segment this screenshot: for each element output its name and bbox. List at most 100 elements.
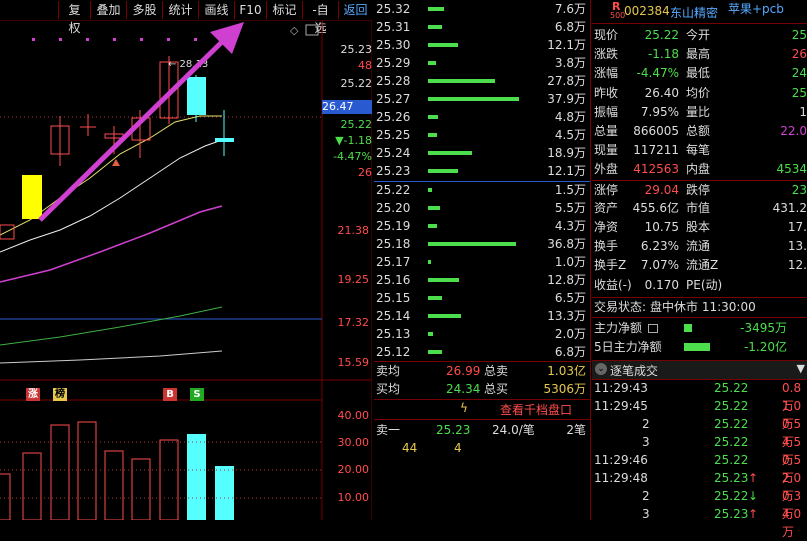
fanhui-button[interactable]: 返回 — [338, 1, 372, 19]
queue-size: 44 — [402, 441, 418, 455]
ticks-header[interactable]: ⌄ 逐笔成交 ▼ — [592, 360, 807, 380]
bid-level-row[interactable]: 25.16 12.8万 — [374, 271, 590, 289]
diamond-icon[interactable]: ◇ — [290, 24, 299, 37]
chevron-down-icon[interactable]: ⌄ — [595, 363, 607, 375]
ask-volume: 37.9万 — [547, 92, 586, 106]
ask-volume: 12.1万 — [547, 38, 586, 52]
quote-row: 总量 866005 总额 22.0 — [592, 122, 807, 141]
quote-row: 涨跌 -1.18 最高 26 — [592, 45, 807, 64]
tongji-button[interactable]: 统计 — [162, 1, 198, 19]
ask-volume-bar — [428, 133, 437, 137]
list-icon[interactable] — [648, 324, 658, 333]
ask-level-row[interactable]: 25.24 18.9万 — [374, 144, 590, 162]
bid-level-row[interactable]: 25.20 5.5万 — [374, 199, 590, 217]
chart-toolbar: 复权 叠加 多股 统计 画线 F10 标记 -自选 返回 — [0, 0, 372, 35]
ask-level-row[interactable]: 25.29 3.8万 — [374, 54, 590, 72]
bid-level-row[interactable]: 25.13 2.0万 — [374, 325, 590, 343]
main-net-flow-label: 主力净额 — [594, 321, 643, 335]
ask-level-row[interactable]: 25.23 12.1万 — [374, 162, 590, 180]
ask-level-row[interactable]: 25.32 7.6万 — [374, 0, 590, 18]
quote-label: PE(动) — [686, 277, 723, 292]
bid-volume: 2.0万 — [554, 327, 586, 341]
bid-level-row[interactable]: 25.22 1.5万 — [374, 181, 590, 199]
bid-level-row[interactable]: 25.14 13.3万 — [374, 307, 590, 325]
bid-level-row[interactable]: 25.15 6.5万 — [374, 289, 590, 307]
zhang-marker[interactable]: 涨 — [26, 388, 40, 401]
ask-level-row[interactable]: 25.27 37.9万 — [374, 90, 590, 108]
volume-bars — [0, 421, 234, 520]
bid-level-row[interactable]: 25.17 1.0万 — [374, 253, 590, 271]
ask-level-row[interactable]: 25.26 4.8万 — [374, 108, 590, 126]
stock-tag[interactable]: 苹果+pcb — [728, 0, 784, 17]
buy-signal-marker[interactable]: B — [163, 388, 177, 401]
buy-total-label: 总买 — [484, 382, 509, 396]
axis-price-label: 15.59 — [337, 356, 370, 369]
stock-name[interactable]: 东山精密 — [670, 4, 718, 21]
sell-total-label: 总卖 — [484, 364, 509, 378]
biaoji-button[interactable]: 标记 — [266, 1, 302, 19]
zixuan-button[interactable]: -自选 — [302, 1, 338, 35]
ask-volume: 12.1万 — [547, 164, 586, 178]
axis-volume-label: 20.00 — [337, 463, 370, 476]
bid-level-row[interactable]: 25.18 36.8万 — [374, 235, 590, 253]
sell-one-count: 2笔 — [566, 423, 586, 437]
fuquan-button[interactable]: 复权 — [58, 1, 90, 35]
bid-level-row[interactable]: 25.12 6.8万 — [374, 343, 590, 361]
bid-price: 25.17 — [376, 255, 411, 269]
ask-level-row[interactable]: 25.30 12.1万 — [374, 36, 590, 54]
duogu-button[interactable]: 多股 — [126, 1, 162, 19]
filter-icon[interactable]: ▼ — [797, 362, 805, 375]
ask-volume-bar — [428, 43, 458, 47]
ask-level-row[interactable]: 25.25 4.5万 — [374, 126, 590, 144]
tick-row: 3 25.22 4.5万 — [592, 433, 807, 467]
quote-label: 跌停 — [686, 182, 711, 197]
bid-volume-bar — [428, 278, 459, 282]
sell-signal-marker[interactable]: S — [190, 388, 204, 401]
quote-row: 收益(-) 0.170 PE(动) — [592, 276, 807, 295]
stock-code: 002384 — [624, 4, 670, 18]
drawn-arrow-annotation[interactable] — [38, 22, 244, 222]
bid-price: 25.20 — [376, 201, 411, 215]
quote-value: -1.18 — [647, 47, 679, 62]
quote-value: 412563 — [633, 162, 679, 177]
tick-row: 3 25.23 ↑ 4.0万 — [592, 505, 807, 539]
tick-row: 2 25.22 ↓ 0.3万 — [592, 487, 807, 521]
ask-level-row[interactable]: 25.31 6.8万 — [374, 18, 590, 36]
bang-marker[interactable]: 榜 — [53, 388, 67, 401]
bid-volume: 36.8万 — [547, 237, 586, 251]
ask-volume-bar — [428, 115, 438, 119]
quote-value: 25 — [791, 85, 807, 100]
bid-level-row[interactable]: 25.19 4.3万 — [374, 217, 590, 235]
tick-price: 25.23 — [714, 471, 749, 485]
quote-row: 资产 455.6亿 市值 431.2 — [592, 199, 807, 218]
tick-price: 25.22 — [714, 453, 749, 467]
quote-label: 量比 — [686, 104, 711, 119]
bid-volume-bar — [428, 224, 437, 228]
quote-row: 换手 6.23% 流通 13. — [592, 237, 807, 256]
quote-label: 净资 — [594, 220, 619, 234]
f10-button[interactable]: F10 — [234, 1, 266, 19]
quote-row: 净资 10.75 股本 17. — [592, 218, 807, 237]
ask-level-row[interactable]: 25.28 27.8万 — [374, 72, 590, 90]
trade-status-label: 交易状态: — [594, 300, 647, 314]
bid-volume: 13.3万 — [547, 309, 586, 323]
trade-status-row: 交易状态: 盘中休市 11:30:00 — [592, 298, 807, 317]
quote-value: -4.47% — [636, 66, 679, 81]
bid-price: 25.15 — [376, 291, 411, 305]
panel-toggle-icon[interactable] — [305, 24, 319, 36]
diejia-button[interactable]: 叠加 — [90, 1, 126, 19]
axis-price-label: 25.22 — [340, 118, 373, 131]
buy-summary-row: 买均 24.34 总买 5306万 — [374, 380, 590, 398]
bid-price: 25.18 — [376, 237, 411, 251]
ask-price: 25.26 — [376, 110, 411, 124]
buy-avg-value: 24.34 — [446, 382, 481, 396]
bid-volume-bar — [428, 188, 432, 192]
bid-volume: 6.5万 — [554, 291, 586, 305]
ask-price: 25.27 — [376, 92, 411, 106]
five-day-net-flow-value: -1.20亿 — [743, 340, 787, 354]
quote-label: 昨收 — [594, 85, 619, 100]
huaxian-button[interactable]: 画线 — [198, 1, 234, 19]
quote-value: 26 — [791, 47, 807, 62]
ticks-title: 逐笔成交 — [610, 364, 659, 378]
qiandang-link[interactable]: 查看千档盘口 — [500, 401, 572, 418]
